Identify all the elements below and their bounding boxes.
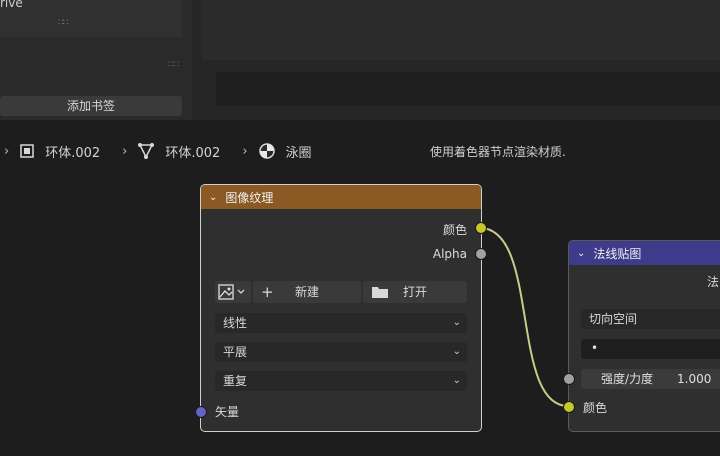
open-image-button[interactable]: 打开 [363,281,467,303]
filename-field[interactable] [216,72,720,106]
strength-input-socket[interactable] [563,373,575,385]
projection-value: 平展 [223,345,248,359]
chevron-down-icon: ⌄ [452,317,461,328]
input-vector-label: 矢量 [215,405,240,419]
normal-map-title: 法线贴图 [593,246,642,261]
breadcrumb-material-label: 泳圈 [285,145,312,161]
chevron-right-icon: › [242,143,248,159]
strength-slider[interactable]: 强度/力度 1.000 [581,369,720,389]
image-selector-row: + 新建 打开 [215,281,467,303]
add-bookmark-button[interactable]: 添加书签 [0,96,182,116]
interpolation-value: 线性 [223,316,248,330]
breadcrumb: › 环体.002 › 环体.002 › 泳圈 [0,140,312,162]
image-icon [218,284,245,300]
output-color-label: 颜色 [442,223,467,237]
output-alpha-label: Alpha [432,247,467,261]
uv-map-field[interactable]: • [581,339,720,359]
uv-map-value: • [591,341,599,355]
normal-map-header[interactable]: ⌄ 法线贴图 [569,241,720,265]
breadcrumb-material[interactable]: 泳圈 [258,142,312,161]
file-list-panel [202,0,720,60]
space-dropdown[interactable]: 切向空间 [581,309,720,329]
resize-grip-icon[interactable]: ∷∷ [58,18,69,28]
panel-grip-icon[interactable]: ∷∷ [168,60,179,70]
file-browser-panel: rive ∷∷ ∷∷ 添加书签 [0,0,192,120]
alpha-output-socket[interactable] [475,248,487,260]
chevron-down-icon: ⌄ [452,346,461,357]
editor-hint-text: 使用着色器节点渲染材质. [430,145,566,159]
breadcrumb-object-label: 环体.002 [45,145,101,161]
image-texture-title: 图像纹理 [225,190,274,205]
node-editor[interactable]: › 环体.002 › 环体.002 › 泳圈 使用着色器节点渲染材质. ⌄ 图像… [0,120,720,456]
normal-map-node[interactable]: ⌄ 法线贴图 法 切向空间 • 强度/力度 1.000 颜色 [568,240,720,432]
normal-output-label: 法 [707,275,720,289]
strength-label: 强度/力度 [601,372,654,386]
folder-icon [372,287,388,298]
file-list-area [192,0,720,120]
chevron-down-icon[interactable]: ⌄ [209,192,217,203]
color-output-socket[interactable] [475,222,487,234]
object-square-icon [20,144,34,158]
chevron-right-icon: › [4,143,10,159]
vector-input-socket[interactable] [195,406,207,418]
mesh-vertex-icon [138,143,155,159]
drive-panel: rive ∷∷ [0,0,182,39]
plus-icon: + [261,283,274,301]
drive-label[interactable]: rive [0,0,23,10]
extension-value: 重复 [223,374,248,388]
space-value: 切向空间 [589,312,638,326]
image-texture-header[interactable]: ⌄ 图像纹理 [201,185,481,209]
breadcrumb-mesh[interactable]: 环体.002 [137,142,220,161]
strength-value: 1.000 [677,372,712,386]
chevron-down-icon: ⌄ [452,375,461,386]
open-image-label: 打开 [402,285,427,299]
image-browse-button[interactable] [215,281,251,303]
breadcrumb-object[interactable]: 环体.002 [19,142,100,161]
new-image-label: 新建 [294,285,319,299]
breadcrumb-mesh-label: 环体.002 [165,145,221,161]
chevron-down-icon[interactable]: ⌄ [577,248,585,259]
projection-dropdown[interactable]: 平展 ⌄ [215,342,467,362]
color-input-label: 颜色 [583,401,608,415]
material-sphere-icon [258,143,275,159]
chevron-right-icon: › [122,143,128,159]
image-texture-node[interactable]: ⌄ 图像纹理 颜色 Alpha + 新建 打开 线性 ⌄ 平展 ⌄ 重复 ⌄ 矢… [200,184,482,432]
extension-dropdown[interactable]: 重复 ⌄ [215,371,467,391]
color-input-socket[interactable] [563,401,575,413]
interpolation-dropdown[interactable]: 线性 ⌄ [215,313,467,333]
new-image-button[interactable]: + 新建 [253,281,361,303]
